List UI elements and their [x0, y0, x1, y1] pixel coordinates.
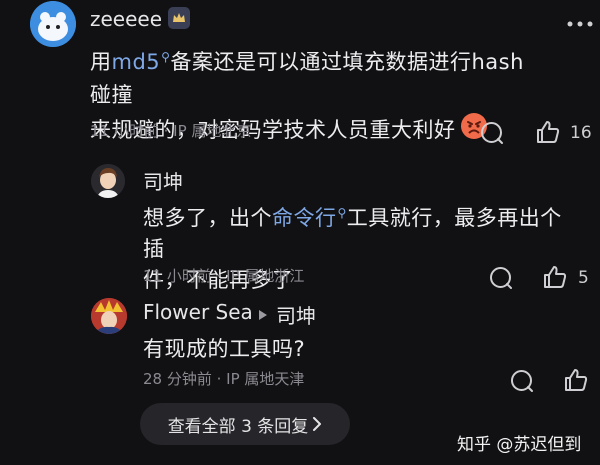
like-icon[interactable]: [541, 263, 569, 291]
reply-to-author[interactable]: 司坤: [276, 300, 316, 329]
avatar-flower-sea[interactable]: [91, 298, 127, 334]
like-count: 5: [578, 268, 589, 288]
comment-meta: 28 分钟前 · IP 属地天津: [143, 370, 305, 388]
watermark: 知乎 @苏迟但到: [457, 435, 582, 455]
comment-meta: 11 小时前 · IP 属地浙江: [143, 267, 305, 285]
chevron-right-icon: [313, 417, 322, 431]
like-icon[interactable]: [562, 366, 590, 394]
view-all-replies-button[interactable]: 查看全部 3 条回复: [140, 403, 350, 445]
comment-author[interactable]: 司坤: [143, 166, 183, 195]
reply-icon[interactable]: [509, 368, 535, 394]
avatar-sikun[interactable]: [91, 164, 125, 198]
comment-meta: 11 小时前 · IP 属地北京: [90, 122, 252, 140]
reply-icon[interactable]: [488, 265, 514, 291]
reply-icon[interactable]: [479, 120, 505, 146]
more-options-icon[interactable]: [566, 13, 594, 32]
reply-arrow-icon: [258, 306, 268, 325]
comment-author[interactable]: Flower Sea: [143, 300, 253, 324]
comment-author[interactable]: zeeeee: [90, 7, 162, 31]
comment-text: 有现成的工具吗?: [143, 337, 306, 361]
view-all-replies-label: 查看全部 3 条回复: [167, 416, 309, 437]
crown-badge-icon: [168, 7, 190, 33]
avatar-zeeeee[interactable]: [30, 1, 76, 47]
like-count: 16: [570, 123, 592, 143]
like-icon[interactable]: [534, 118, 562, 146]
link-command-line[interactable]: 命令行: [272, 206, 337, 230]
link-md5[interactable]: md5: [112, 50, 161, 74]
search-icon[interactable]: ⚲: [338, 206, 347, 220]
